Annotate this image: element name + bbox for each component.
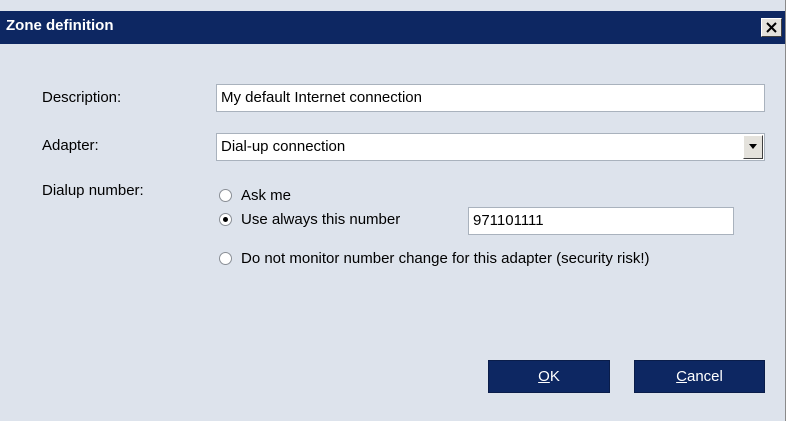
cancel-label-rest: ancel	[686, 368, 723, 385]
adapter-label: Adapter:	[42, 137, 99, 154]
dialog-title: Zone definition	[6, 17, 114, 34]
description-input[interactable]: My default Internet connection	[216, 84, 765, 112]
radio-use-always-number[interactable]: Use always this number	[219, 209, 400, 229]
radio-label-use-always-number: Use always this number	[241, 210, 401, 228]
radio-do-not-monitor[interactable]: Do not monitor number change for this ad…	[219, 248, 650, 268]
radio-label-do-not-monitor: Do not monitor number change for this ad…	[241, 249, 650, 267]
chevron-down-icon	[749, 144, 757, 149]
radio-button[interactable]	[219, 188, 232, 202]
zone-definition-dialog: Zone definition Description: My default …	[0, 0, 786, 421]
dialup-number-label: Dialup number:	[42, 182, 144, 199]
dialup-number-input[interactable]: 971101111	[468, 207, 734, 235]
adapter-dropdown-button[interactable]	[743, 135, 763, 159]
ok-label-rest: K	[549, 368, 560, 385]
title-bar: Zone definition	[0, 11, 785, 44]
close-button[interactable]	[761, 18, 782, 37]
cancel-button[interactable]: Cancel	[634, 360, 765, 393]
radio-ask-me[interactable]: Ask me	[219, 185, 291, 205]
close-icon	[766, 22, 777, 33]
radio-button-selected[interactable]	[219, 212, 232, 226]
radio-label-ask-me: Ask me	[241, 186, 292, 204]
cancel-mnemonic: C	[676, 368, 687, 385]
adapter-select[interactable]: Dial-up connection	[216, 133, 765, 161]
ok-mnemonic: O	[538, 368, 550, 385]
ok-button[interactable]: OK	[488, 360, 610, 393]
adapter-selected-value: Dial-up connection	[221, 138, 346, 155]
radio-button[interactable]	[219, 251, 232, 265]
description-label: Description:	[42, 89, 122, 106]
